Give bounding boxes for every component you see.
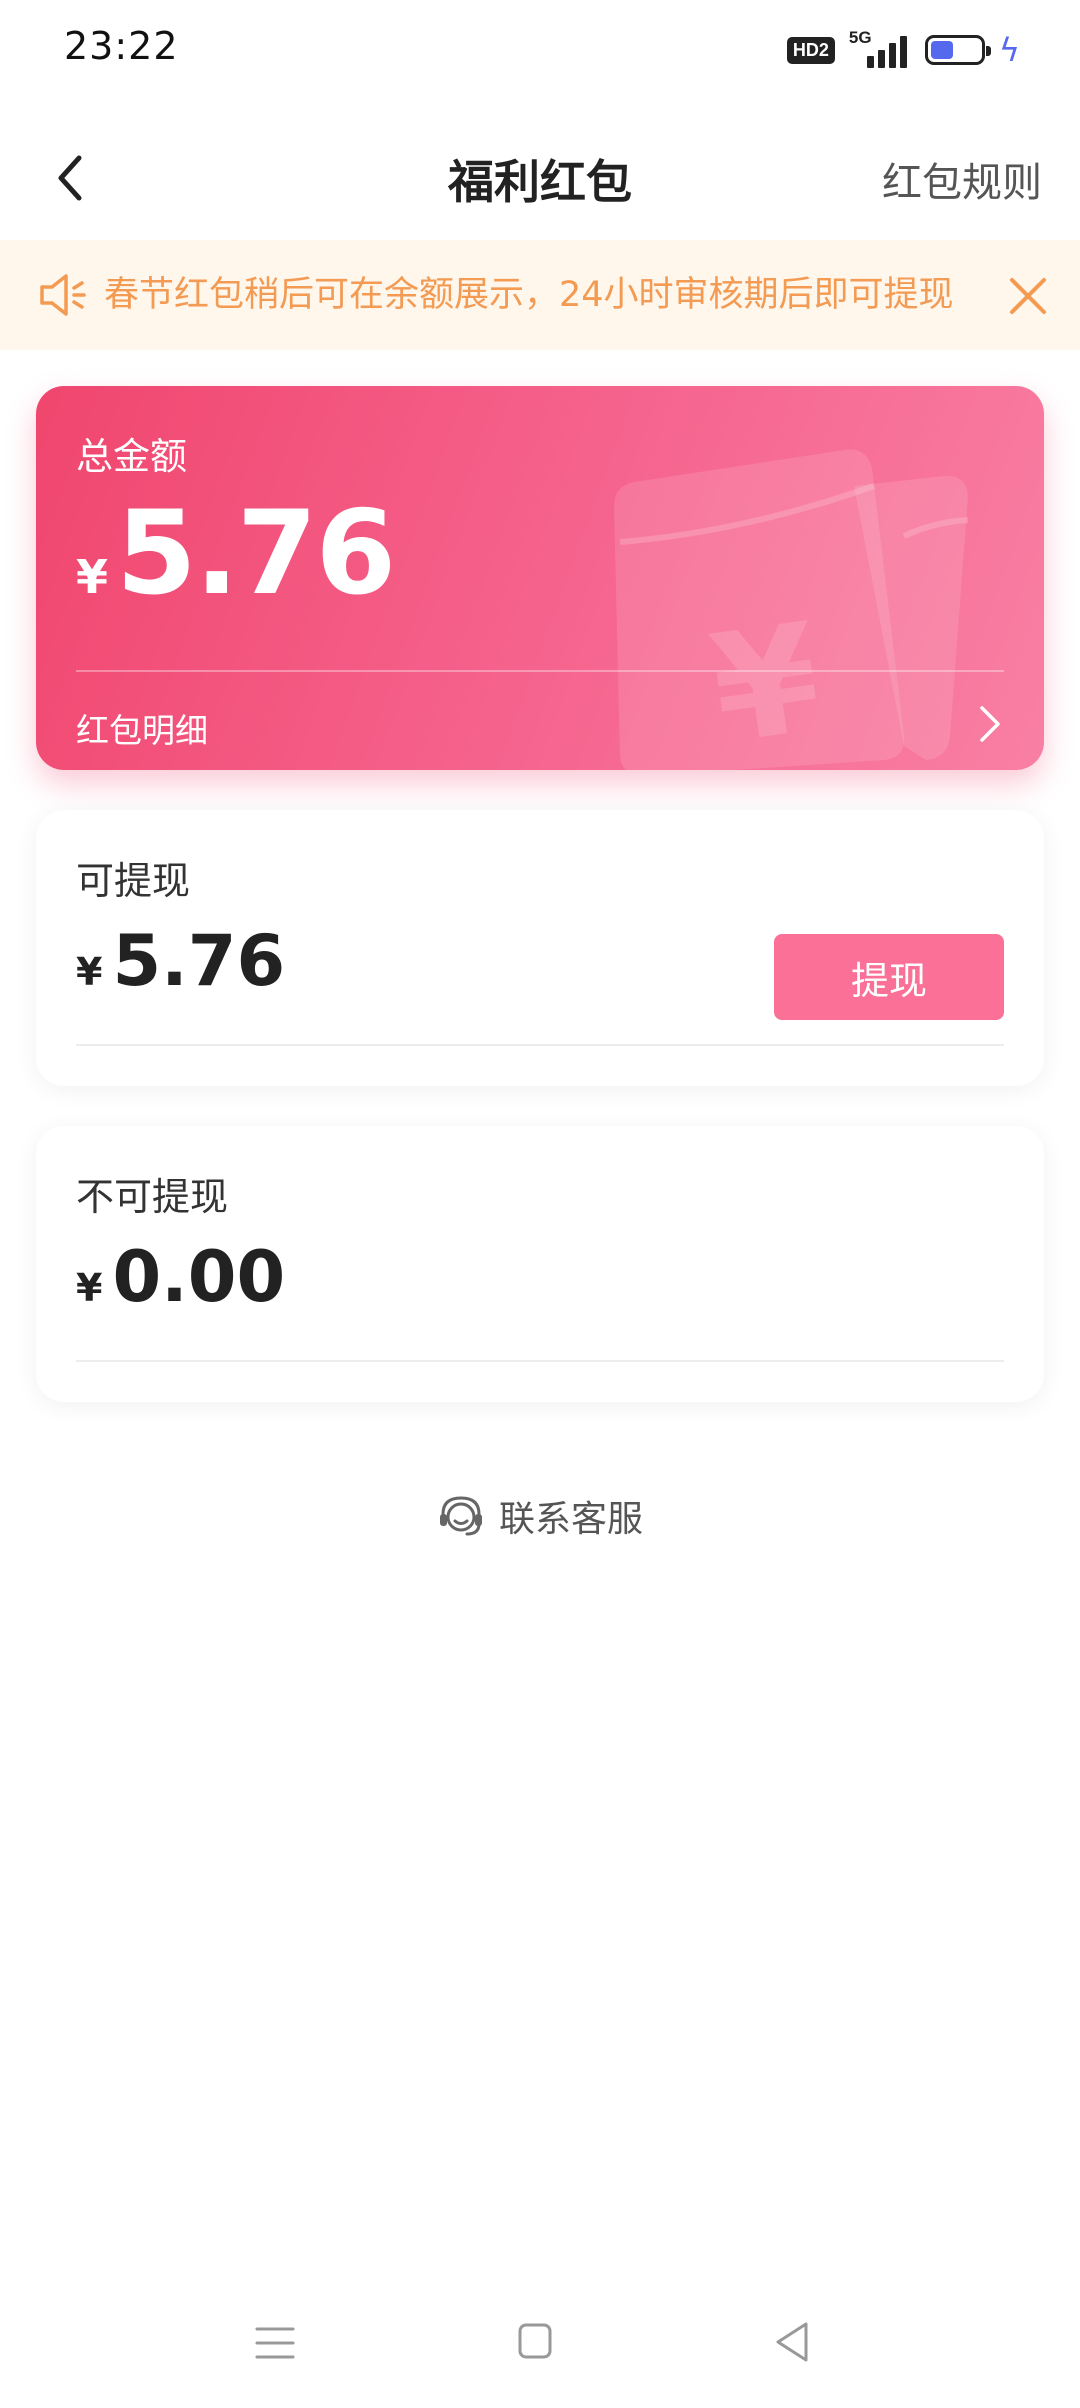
total-amount-card: ¥ 总金额 ¥ 5.76 红包明细 [36, 386, 1044, 770]
divider [76, 670, 1004, 672]
close-icon[interactable] [1006, 274, 1050, 318]
total-value: 5.76 [116, 486, 396, 621]
battery-icon [924, 35, 991, 65]
status-icons: HD2 5G ϟ [786, 28, 1020, 70]
speaker-icon [40, 274, 86, 316]
withdrawable-value: 5.76 [112, 920, 286, 1002]
red-envelope-decoration-icon: ¥ [614, 449, 969, 770]
rules-link[interactable]: 红包规则 [882, 150, 1042, 208]
withdrawable-amount: ¥ 5.76 [76, 920, 285, 1002]
non-withdrawable-label: 不可提现 [76, 1175, 229, 1219]
withdrawable-label: 可提现 [76, 859, 191, 903]
non-withdrawable-amount: ¥ 0.00 [76, 1236, 285, 1318]
withdrawable-currency: ¥ [76, 950, 103, 994]
network-label: 5G [848, 28, 872, 47]
total-label: 总金额 [76, 435, 187, 478]
notice-text: 春节红包稍后可在余额展示，24小时审核期后即可提现 [104, 275, 954, 315]
withdrawable-card: 可提现 ¥ 5.76 提现 [36, 810, 1044, 1086]
headset-icon [439, 1496, 482, 1536]
contact-support-label: 联系客服 [498, 1499, 643, 1540]
bolt-icon: ϟ [998, 31, 1020, 69]
total-currency: ¥ [76, 550, 109, 604]
home-square-icon[interactable] [517, 2322, 553, 2360]
envelope-detail-link[interactable]: 红包明细 [76, 704, 208, 752]
contact-support[interactable]: 联系客服 [0, 1490, 1080, 1542]
divider [76, 1044, 1004, 1046]
non-withdrawable-card: 不可提现 ¥ 0.00 [36, 1126, 1044, 1402]
chevron-right-icon[interactable] [974, 702, 1004, 746]
menu-icon[interactable] [255, 2323, 295, 2363]
withdraw-button[interactable]: 提现 [774, 934, 1004, 1020]
status-time: 23:22 [64, 24, 179, 68]
divider [76, 1360, 1004, 1362]
triangle-back-icon[interactable] [772, 2320, 812, 2364]
signal-icon: 5G [848, 28, 911, 70]
non-withdrawable-currency: ¥ [76, 1266, 103, 1310]
non-withdrawable-value: 0.00 [112, 1236, 286, 1318]
total-amount: ¥ 5.76 [76, 486, 396, 621]
hd-badge: HD2 [786, 36, 835, 64]
